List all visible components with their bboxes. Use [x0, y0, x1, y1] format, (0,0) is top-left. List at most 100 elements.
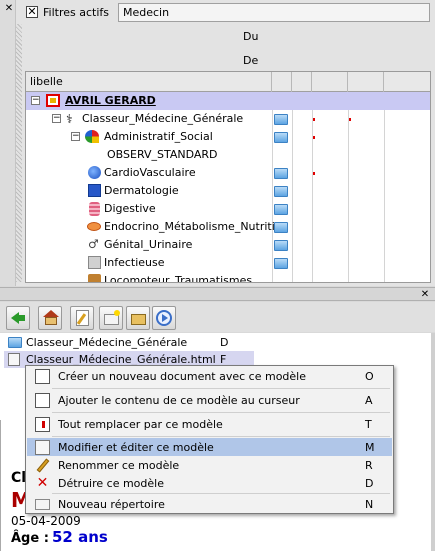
- tree-row-administratif[interactable]: − Administratif_Social: [26, 128, 430, 146]
- back-button[interactable]: [6, 306, 30, 330]
- tree-item-label: CardioVasculaire: [104, 166, 196, 179]
- filter-panel: ✕ ✕ Filtres actifs Medecin Du De libelle…: [0, 0, 435, 286]
- open-folder-button[interactable]: [126, 306, 150, 330]
- collapse-icon[interactable]: −: [31, 96, 40, 105]
- tree-row-genital[interactable]: ♂ Génital_Urinaire: [26, 236, 430, 254]
- tree-row-locomoteur[interactable]: Locomoteur_Traumatismes: [26, 272, 430, 283]
- menu-item-create-document[interactable]: Créer un nouveau document avec ce modèle…: [27, 367, 392, 385]
- tree-row-classeur[interactable]: − ⚕ Classeur_Médecine_Générale: [26, 110, 430, 128]
- doc-age-label: Âge :: [11, 531, 49, 546]
- doc-date: 05-04-2009: [11, 514, 81, 528]
- menu-item-append-content[interactable]: Ajouter le contenu de ce modèle au curse…: [27, 391, 392, 409]
- pencil-icon: [35, 458, 50, 473]
- home-icon: [43, 310, 59, 317]
- menu-item-rename-template[interactable]: Renommer ce modèle R: [27, 456, 392, 474]
- folder-icon: [274, 222, 288, 233]
- menu-item-edit-template[interactable]: Modifier et éditer ce modèle M: [27, 438, 392, 456]
- folder-icon: [274, 204, 288, 215]
- gender-icon: ♂: [88, 237, 99, 251]
- tree-row-dermato[interactable]: Dermatologie: [26, 182, 430, 200]
- menu-item-shortcut: R: [365, 459, 373, 472]
- folder-icon: [131, 314, 146, 325]
- folder-icon: [274, 114, 288, 125]
- filter-field-value: Medecin: [123, 6, 170, 19]
- tree-item-label: OBSERV_STANDARD: [107, 148, 218, 161]
- folder-icon: [274, 132, 288, 143]
- delete-icon: ✕: [36, 475, 49, 491]
- new-folder-button[interactable]: [99, 306, 123, 330]
- scrollbar[interactable]: [431, 333, 435, 551]
- tree-item-label: Infectieuse: [104, 256, 165, 269]
- folder-icon: [274, 240, 288, 251]
- tree-row-observ[interactable]: OBSERV_STANDARD: [26, 146, 430, 164]
- tree-item-label: Locomoteur_Traumatismes: [104, 274, 253, 283]
- patient-tree-grid[interactable]: libelle − AVRIL GERARD − ⚕ Classeur_Méde…: [25, 71, 431, 283]
- column-header-2[interactable]: [272, 72, 292, 92]
- tree-row-cardio[interactable]: CardioVasculaire: [26, 164, 430, 182]
- collapse-icon[interactable]: −: [71, 132, 80, 141]
- column-header-3[interactable]: [292, 72, 312, 92]
- patient-card-icon: [46, 94, 60, 107]
- html-file-icon: [8, 353, 20, 366]
- bone-icon: [88, 274, 101, 282]
- menu-item-delete-template[interactable]: ✕ Détruire ce modèle D: [27, 474, 392, 492]
- date-to-label: De: [243, 54, 259, 67]
- panel-handle-inner: [16, 24, 22, 282]
- column-header-5[interactable]: [348, 72, 384, 92]
- tree-row-infectieuse[interactable]: Infectieuse: [26, 254, 430, 272]
- menu-item-shortcut: A: [365, 394, 373, 407]
- file-flag: D: [220, 336, 229, 349]
- date-from-label: Du: [243, 30, 259, 43]
- menu-item-label: Nouveau répertoire: [58, 498, 165, 511]
- column-header-libelle[interactable]: libelle: [26, 72, 272, 92]
- folder-icon: [8, 337, 22, 348]
- menu-item-label: Détruire ce modèle: [58, 477, 164, 490]
- filter-field[interactable]: Medecin: [118, 3, 430, 22]
- close-icon[interactable]: ✕: [4, 4, 14, 14]
- tree-row-patient[interactable]: − AVRIL GERARD: [26, 92, 430, 110]
- close-icon[interactable]: ✕: [419, 289, 431, 300]
- folder-icon: [274, 258, 288, 269]
- menu-item-shortcut: N: [365, 498, 374, 511]
- tree-item-label: Endocrino_Métabolisme_Nutrition: [104, 220, 289, 233]
- tree-item-label: Classeur_Médecine_Générale: [82, 112, 244, 125]
- menu-item-replace-all[interactable]: Tout remplacer par ce modèle T: [27, 415, 392, 433]
- menu-item-label: Tout remplacer par ce modèle: [58, 418, 223, 431]
- splitter[interactable]: ✕: [0, 287, 435, 301]
- menu-item-label: Créer un nouveau document avec ce modèle: [58, 370, 307, 383]
- context-menu: Créer un nouveau document avec ce modèle…: [25, 365, 394, 514]
- menu-item-shortcut: T: [365, 418, 372, 431]
- virus-icon: [88, 256, 101, 269]
- tree-item-label: Digestive: [104, 202, 156, 215]
- tree-item-label: Dermatologie: [104, 184, 179, 197]
- grid-header: libelle: [26, 72, 430, 92]
- tree-item-label: Génital_Urinaire: [104, 238, 193, 251]
- file-row[interactable]: Classeur_Médecine_Générale D: [4, 334, 254, 351]
- menu-item-new-folder[interactable]: Nouveau répertoire N: [27, 495, 392, 513]
- filters-active-label: Filtres actifs: [43, 6, 109, 19]
- menu-item-shortcut: M: [365, 441, 375, 454]
- column-header-4[interactable]: [312, 72, 348, 92]
- eye-icon: [87, 222, 101, 231]
- doc-heading: Cl: [11, 470, 27, 486]
- edit-button[interactable]: [70, 306, 94, 330]
- collapse-icon[interactable]: −: [52, 114, 61, 123]
- tree-row-endocrino[interactable]: Endocrino_Métabolisme_Nutrition: [26, 218, 430, 236]
- heart-icon: [88, 166, 101, 179]
- menu-item-label: Ajouter le contenu de ce modèle au curse…: [58, 394, 300, 407]
- tree-item-label: Administratif_Social: [104, 130, 213, 143]
- skin-icon: [88, 184, 101, 197]
- patient-name: AVRIL GERARD: [65, 94, 156, 107]
- replace-document-icon: [35, 417, 50, 432]
- umbrella-icon: [85, 130, 99, 143]
- panel-handle[interactable]: [0, 0, 16, 286]
- column-header-6[interactable]: [384, 72, 430, 92]
- tree-row-digestive[interactable]: Digestive: [26, 200, 430, 218]
- insert-document-icon: [35, 393, 50, 408]
- forward-button[interactable]: [152, 306, 176, 330]
- home-button[interactable]: [38, 306, 62, 330]
- stethoscope-icon: ⚕: [66, 112, 73, 126]
- menu-item-label: Modifier et éditer ce modèle: [58, 441, 214, 454]
- new-folder-icon: [35, 499, 50, 510]
- filters-active-checkbox[interactable]: ✕: [26, 6, 38, 18]
